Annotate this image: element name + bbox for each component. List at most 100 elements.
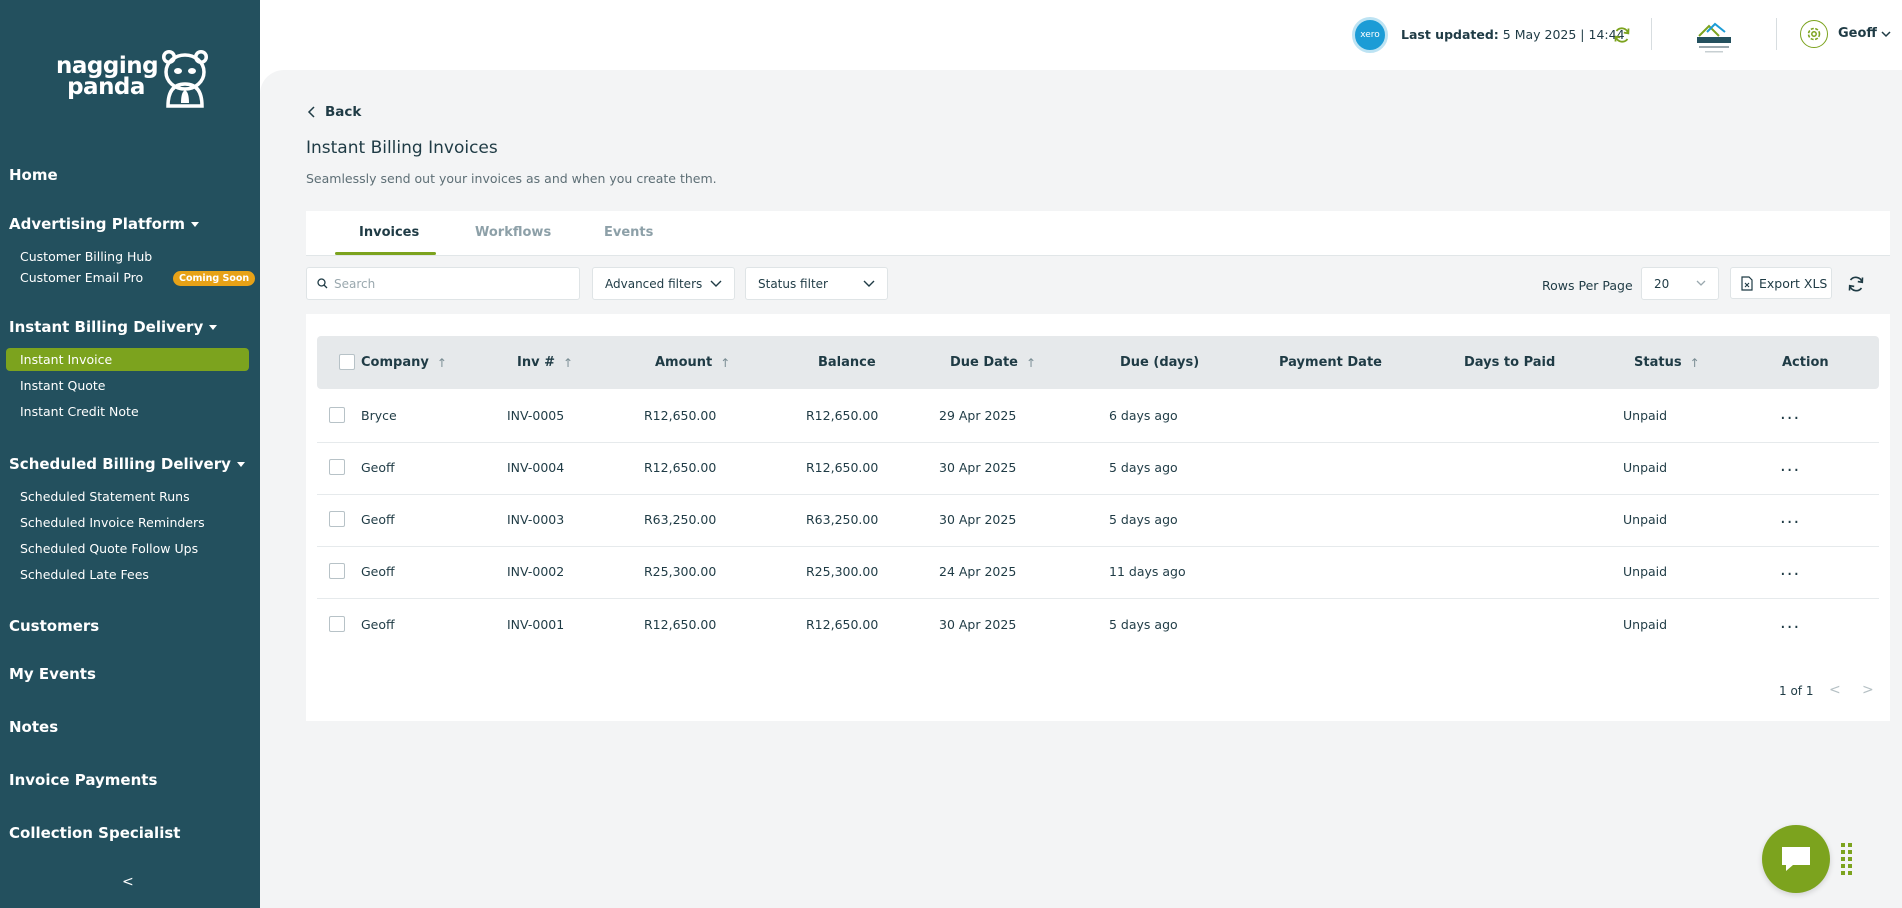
refresh-icon[interactable]	[1846, 274, 1866, 294]
column-header-days-to-paid[interactable]: Days to Paid	[1464, 355, 1555, 370]
next-page-button[interactable]: >	[1862, 682, 1874, 698]
cell-invoice-number[interactable]: INV-0005	[507, 408, 564, 423]
nav-instant-billing-delivery[interactable]: Instant Billing Delivery	[9, 318, 218, 336]
cell-due-days: 5 days ago	[1109, 460, 1178, 475]
user-menu-name[interactable]: Geoff	[1838, 26, 1877, 41]
tab-workflows[interactable]: Workflows	[475, 225, 551, 240]
cell-due-days: 11 days ago	[1109, 564, 1186, 579]
column-header-company[interactable]: Company ↑	[361, 355, 447, 370]
column-header-action: Action	[1782, 355, 1829, 370]
tab-events[interactable]: Events	[604, 225, 653, 240]
rows-per-page-label: Rows Per Page	[1542, 278, 1633, 293]
column-header-status[interactable]: Status ↑	[1634, 355, 1700, 370]
column-header-payment-date[interactable]: Payment Date	[1279, 355, 1382, 370]
divider	[1776, 18, 1777, 50]
search-icon	[317, 278, 328, 289]
row-actions-menu[interactable]: ...	[1780, 403, 1800, 424]
nav-scheduled-statement-runs[interactable]: Scheduled Statement Runs	[20, 489, 190, 504]
nav-collection-specialist[interactable]: Collection Specialist	[9, 824, 180, 842]
status-filter-dropdown[interactable]: Status filter	[745, 267, 888, 300]
export-xls-button[interactable]: Export XLS	[1730, 267, 1832, 299]
prev-page-button[interactable]: <	[1829, 682, 1841, 698]
cell-invoice-number[interactable]: INV-0003	[507, 512, 564, 527]
nav-customers[interactable]: Customers	[9, 617, 99, 635]
settings-gear-icon[interactable]	[1800, 20, 1828, 48]
column-header-balance[interactable]: Balance	[818, 355, 876, 370]
row-divider	[317, 598, 1879, 599]
column-header-amount[interactable]: Amount ↑	[655, 355, 730, 370]
nav-customer-billing-hub[interactable]: Customer Billing Hub	[20, 249, 152, 264]
nav-home-label: Home	[9, 166, 58, 184]
nav-home[interactable]: Home	[9, 166, 58, 184]
nav-instant-quote[interactable]: Instant Quote	[20, 378, 105, 393]
sort-up-icon: ↑	[720, 355, 731, 370]
sort-up-icon: ↑	[436, 355, 447, 370]
collapse-sidebar-button[interactable]: <	[122, 874, 134, 890]
nav-instant-credit-note[interactable]: Instant Credit Note	[20, 404, 139, 419]
page-subtitle: Seamlessly send out your invoices as and…	[306, 171, 717, 186]
column-header-inv[interactable]: Inv # ↑	[517, 355, 573, 370]
cell-invoice-number[interactable]: INV-0004	[507, 460, 564, 475]
column-label: Amount	[655, 355, 713, 370]
chevron-down-icon[interactable]	[1880, 28, 1892, 40]
caret-down-icon	[191, 221, 200, 227]
nav-scheduled-quote-follow-ups[interactable]: Scheduled Quote Follow Ups	[20, 541, 198, 556]
cell-due-days: 5 days ago	[1109, 617, 1178, 632]
drag-handle-icon[interactable]	[1840, 842, 1854, 878]
tab-invoices[interactable]: Invoices	[359, 225, 419, 240]
nav-my-events-label: My Events	[9, 665, 96, 683]
cell-status: Unpaid	[1623, 564, 1668, 579]
cell-invoice-number[interactable]: INV-0001	[507, 617, 564, 632]
cell-due-date: 30 Apr 2025	[939, 617, 1017, 632]
cell-due-date: 24 Apr 2025	[939, 564, 1017, 579]
cell-amount: R25,300.00	[644, 564, 717, 579]
cell-due-date: 29 Apr 2025	[939, 408, 1017, 423]
row-checkbox[interactable]	[329, 511, 345, 527]
row-checkbox[interactable]	[329, 563, 345, 579]
row-actions-menu[interactable]: ...	[1780, 507, 1800, 528]
nav-scheduled-label: Scheduled Billing Delivery	[9, 455, 231, 473]
column-header-due-days[interactable]: Due (days)	[1120, 355, 1199, 370]
nav-collection-specialist-label: Collection Specialist	[9, 824, 181, 842]
nav-invoice-payments[interactable]: Invoice Payments	[9, 771, 157, 789]
cell-company: Geoff	[361, 512, 395, 527]
cell-amount: R12,650.00	[644, 617, 717, 632]
row-checkbox[interactable]	[329, 407, 345, 423]
row-divider	[317, 546, 1879, 547]
cell-company: Geoff	[361, 564, 395, 579]
row-actions-menu[interactable]: ...	[1780, 455, 1800, 476]
row-divider	[317, 494, 1879, 495]
chat-launcher-button[interactable]	[1762, 825, 1830, 893]
nav-notes[interactable]: Notes	[9, 718, 58, 736]
cell-status: Unpaid	[1623, 617, 1668, 632]
nav-advertising-platform[interactable]: Advertising Platform	[9, 215, 200, 233]
cell-invoice-number[interactable]: INV-0002	[507, 564, 564, 579]
nav-instant-invoice[interactable]: Instant Invoice	[20, 352, 112, 367]
nav-scheduled-late-fees[interactable]: Scheduled Late Fees	[20, 567, 149, 582]
search-box[interactable]	[306, 267, 580, 300]
advanced-filters-label: Advanced filters	[605, 276, 703, 291]
cell-company: Geoff	[361, 460, 395, 475]
logo-line-2: panda	[67, 74, 145, 100]
export-label: Export XLS	[1759, 275, 1828, 291]
advanced-filters-dropdown[interactable]: Advanced filters	[592, 267, 735, 300]
xero-logo-text: xero	[1360, 30, 1380, 40]
nav-customer-email-pro[interactable]: Customer Email Pro	[20, 270, 143, 285]
row-checkbox[interactable]	[329, 616, 345, 632]
select-all-checkbox[interactable]	[339, 354, 355, 370]
back-button[interactable]: Back	[307, 104, 361, 120]
nav-scheduled-billing-delivery[interactable]: Scheduled Billing Delivery	[9, 455, 245, 473]
nav-scheduled-invoice-reminders[interactable]: Scheduled Invoice Reminders	[20, 515, 205, 530]
row-actions-menu[interactable]: ...	[1780, 559, 1800, 580]
app-logo[interactable]: nagging panda	[56, 48, 211, 110]
column-header-due-date[interactable]: Due Date ↑	[950, 355, 1036, 370]
row-checkbox[interactable]	[329, 459, 345, 475]
search-input[interactable]	[334, 276, 564, 291]
nav-my-events[interactable]: My Events	[9, 665, 96, 683]
cell-company: Bryce	[361, 408, 397, 423]
chevron-down-icon	[710, 280, 722, 287]
cell-status: Unpaid	[1623, 408, 1668, 423]
row-actions-menu[interactable]: ...	[1780, 612, 1800, 633]
sync-icon[interactable]	[1612, 25, 1632, 45]
rows-per-page-select[interactable]: 20	[1641, 267, 1719, 300]
